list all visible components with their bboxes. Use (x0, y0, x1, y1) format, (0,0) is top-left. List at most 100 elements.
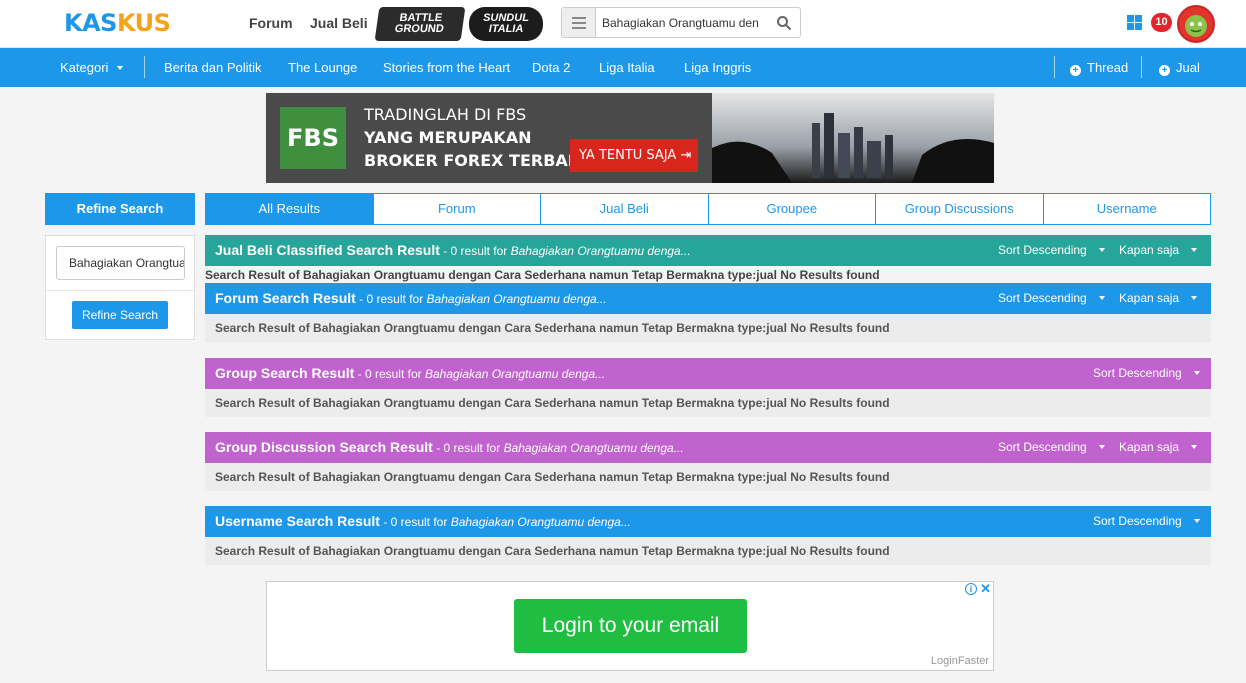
nav-item-berita[interactable]: Berita dan Politik (164, 60, 262, 75)
nav-jualbeli-link[interactable]: Jual Beli (310, 15, 368, 31)
nav-item-stories[interactable]: Stories from the Heart (383, 60, 510, 75)
result-query-text: Bahagiakan Orangtuamu denga... (426, 292, 607, 306)
ad-info-icon[interactable]: i (965, 583, 977, 595)
chevron-down-icon (1191, 248, 1198, 252)
category-navbar: Kategori Berita dan Politik The Lounge S… (0, 48, 1246, 87)
result-count-text: - 0 result for (359, 292, 424, 306)
nav-item-dota2[interactable]: Dota 2 (532, 60, 570, 75)
search-input[interactable] (602, 13, 770, 33)
avatar-face-icon (1185, 15, 1207, 37)
logo-text-part2: KUS (116, 9, 171, 37)
sort-dropdown[interactable]: Sort Descending (998, 235, 1105, 266)
kategori-label: Kategori (60, 60, 109, 75)
nav-item-liga-italia[interactable]: Liga Italia (599, 60, 655, 75)
forum-no-results-text: Search Result of Bahagiakan Orangtuamu d… (205, 314, 1211, 342)
tab-group-discussions[interactable]: Group Discussions (876, 193, 1044, 225)
battleground-badge-label: BATTLE GROUND (394, 12, 445, 35)
sort-label: Sort Descending (998, 243, 1087, 257)
forum-result-header: Forum Search Result - 0 result for Bahag… (205, 283, 1211, 314)
kategori-dropdown[interactable]: Kategori (60, 60, 124, 75)
result-query-text: Bahagiakan Orangtuamu denga... (503, 441, 684, 455)
sort-label: Sort Descending (998, 291, 1087, 305)
loginfaster-ad[interactable]: Login to your email i ✕ LoginFaster (266, 581, 994, 671)
chevron-down-icon (1193, 371, 1200, 375)
create-jual-label: Jual (1176, 60, 1200, 75)
tab-forum[interactable]: Forum (373, 193, 541, 225)
result-tabs: All Results Forum Jual Beli Groupee Grou… (205, 193, 1211, 225)
login-email-button[interactable]: Login to your email (514, 599, 747, 653)
sundul-italia-badge[interactable]: SUNDUL ITALIA (469, 7, 543, 41)
groupdisc-no-results-text: Search Result of Bahagiakan Orangtuamu d… (205, 463, 1211, 491)
ad-close-icon[interactable]: ✕ (980, 582, 991, 595)
ad-brand-label: LoginFaster (930, 655, 989, 667)
sort-dropdown[interactable]: Sort Descending (1093, 506, 1200, 537)
chevron-down-icon (1098, 248, 1105, 252)
banner-line-2: YANG MERUPAKAN (364, 128, 532, 147)
top-header: KASKUS Forum Jual Beli BATTLE GROUND SUN… (0, 0, 1246, 48)
result-query-text: Bahagiakan Orangtuamu denga... (510, 244, 691, 258)
time-filter-label: Kapan saja (1119, 291, 1180, 305)
time-filter-dropdown[interactable]: Kapan saja (1119, 235, 1198, 266)
banner-cta-label: YA TENTU SAJA (579, 148, 677, 163)
kaskus-logo[interactable]: KASKUS (64, 9, 171, 37)
tab-groupee[interactable]: Groupee (708, 193, 876, 225)
refine-search-panel: Refine Search (45, 235, 195, 340)
result-count-text: - 0 result for (436, 441, 501, 455)
group-result-title: Group Search Result (215, 365, 355, 381)
result-count-text: - 0 result for (357, 367, 422, 381)
city-skyline-image (712, 93, 994, 183)
username-result-title: Username Search Result (215, 513, 380, 529)
banner-line-3: BROKER FOREX TERBAIK (364, 151, 587, 170)
nav-item-liga-inggris[interactable]: Liga Inggris (684, 60, 751, 75)
nav-divider (1141, 56, 1142, 78)
arrow-right-box-icon: ⇥ (680, 148, 692, 163)
sort-dropdown[interactable]: Sort Descending (1093, 358, 1200, 389)
nav-item-lounge[interactable]: The Lounge (288, 60, 357, 75)
nav-divider (144, 56, 145, 78)
banner-line-1: TRADINGLAH DI FBS (364, 105, 527, 124)
notification-badge[interactable]: 10 (1151, 13, 1172, 32)
create-jual-button[interactable]: + Jual (1159, 60, 1200, 76)
jualbeli-result-header: Jual Beli Classified Search Result - 0 r… (205, 235, 1211, 266)
sort-label: Sort Descending (1093, 514, 1182, 528)
create-thread-button[interactable]: + Thread (1070, 60, 1128, 76)
result-count-text: - 0 result for (443, 244, 508, 258)
nav-forum-link[interactable]: Forum (249, 15, 293, 31)
result-count-text: - 0 result for (383, 515, 448, 529)
jualbeli-result-title: Jual Beli Classified Search Result (215, 242, 440, 258)
banner-cta-button[interactable]: YA TENTU SAJA ⇥ (570, 139, 698, 172)
search-bar (561, 7, 801, 38)
time-filter-dropdown[interactable]: Kapan saja (1119, 432, 1198, 463)
jualbeli-no-results-text: Search Result of Bahagiakan Orangtuamu d… (205, 268, 880, 282)
tab-all-results[interactable]: All Results (205, 193, 374, 225)
result-query-text: Bahagiakan Orangtuamu denga... (424, 367, 606, 381)
sort-dropdown[interactable]: Sort Descending (998, 283, 1105, 314)
result-query-text: Bahagiakan Orangtuamu denga... (450, 515, 631, 529)
refine-search-input[interactable] (56, 246, 185, 280)
time-filter-dropdown[interactable]: Kapan saja (1119, 283, 1198, 314)
group-result-header: Group Search Result - 0 result for Bahag… (205, 358, 1211, 389)
username-result-header: Username Search Result - 0 result for Ba… (205, 506, 1211, 537)
apps-grid-icon[interactable] (1127, 15, 1142, 30)
time-filter-label: Kapan saja (1119, 243, 1180, 257)
time-filter-label: Kapan saja (1119, 440, 1180, 454)
battleground-badge[interactable]: BATTLE GROUND (374, 7, 466, 41)
chevron-down-icon (1191, 445, 1198, 449)
search-icon[interactable] (776, 15, 792, 31)
sort-dropdown[interactable]: Sort Descending (998, 432, 1105, 463)
groupdisc-result-title: Group Discussion Search Result (215, 439, 433, 455)
chevron-down-icon (1098, 445, 1105, 449)
username-no-results-text: Search Result of Bahagiakan Orangtuamu d… (205, 537, 1211, 565)
sort-label: Sort Descending (998, 440, 1087, 454)
user-avatar[interactable] (1177, 5, 1215, 43)
chevron-down-icon (117, 66, 124, 70)
tab-username[interactable]: Username (1043, 193, 1211, 225)
logo-text-part1: KAS (64, 9, 117, 37)
nav-divider (1054, 56, 1055, 78)
forum-result-title: Forum Search Result (215, 290, 356, 306)
tab-jual-beli[interactable]: Jual Beli (541, 193, 709, 225)
refine-search-button[interactable]: Refine Search (72, 301, 168, 329)
search-category-menu-icon[interactable] (562, 8, 596, 37)
fbs-banner-ad[interactable]: FBS TRADINGLAH DI FBS YANG MERUPAKAN BRO… (266, 93, 994, 183)
panel-divider (46, 290, 194, 291)
